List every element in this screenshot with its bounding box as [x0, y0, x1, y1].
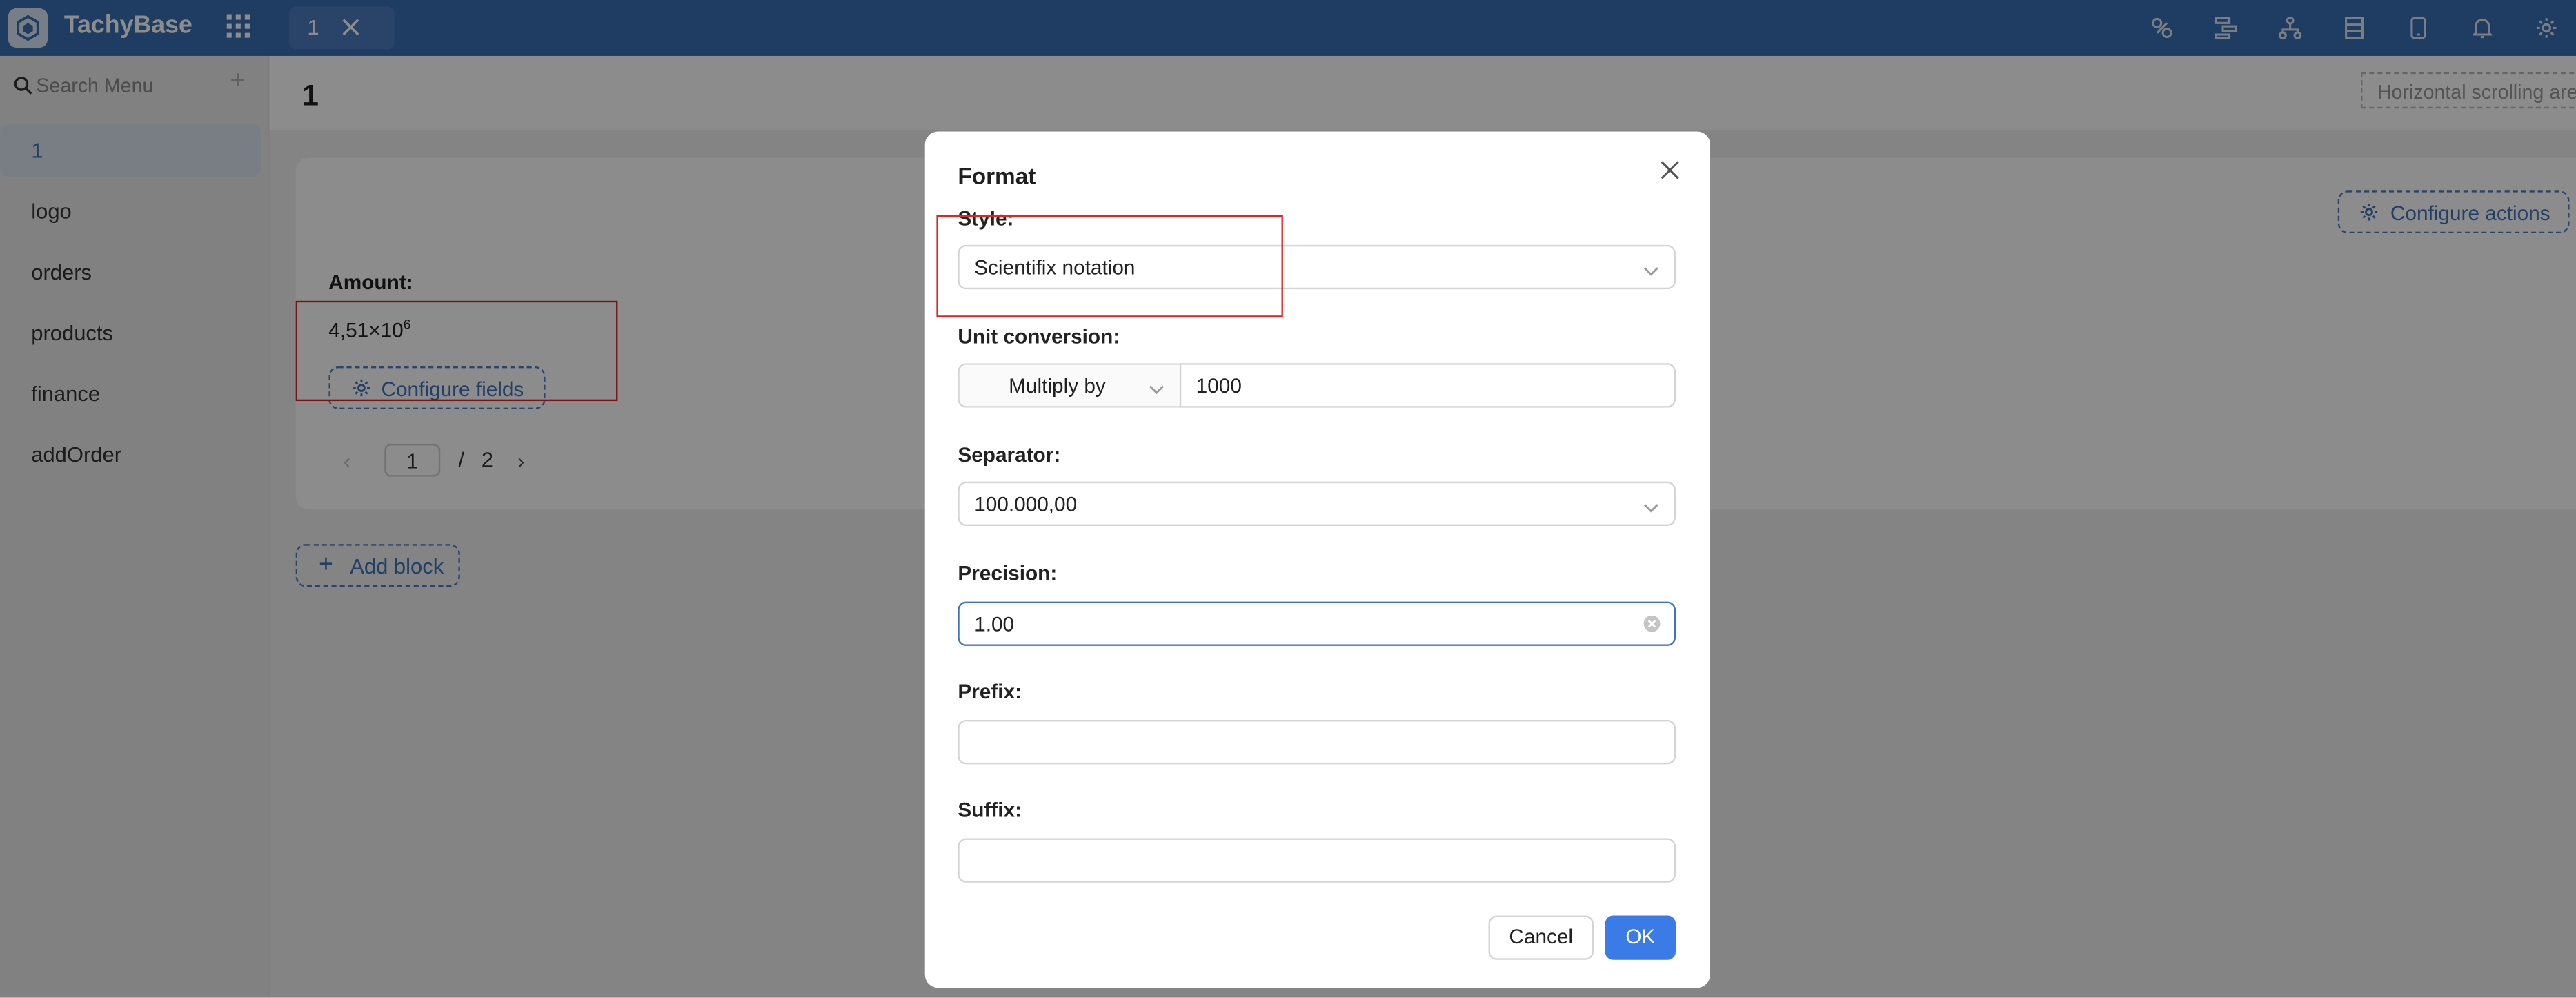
dialog-title: Format: [958, 162, 1036, 189]
prefix-label: Prefix:: [958, 681, 1022, 703]
suffix-label: Suffix:: [958, 799, 1022, 821]
separator-label: Separator:: [958, 444, 1060, 467]
chevron-down-icon: [1643, 496, 1659, 519]
separator-value: 100.000,00: [974, 493, 1078, 516]
unit-value: 1000: [1196, 374, 1242, 398]
separator-label-colon: :: [1053, 443, 1061, 467]
suffix-label-text: Suffix: [958, 799, 1015, 822]
suffix-label-colon: :: [1015, 799, 1022, 822]
precision-label-text: Precision: [958, 562, 1051, 585]
unit-value-input[interactable]: 1000: [1179, 363, 1676, 408]
annotation-highlight-box: [936, 215, 1283, 317]
unit-conversion-label-colon: :: [1113, 325, 1120, 349]
format-dialog: Format Style: Scientifix notation Unit c…: [924, 131, 1711, 988]
unit-conversion-group: Multiply by 1000: [958, 363, 1676, 408]
close-icon[interactable]: [1659, 159, 1682, 182]
unit-mode-value: Multiply by: [1009, 374, 1106, 398]
precision-label: Precision:: [958, 562, 1057, 585]
unit-mode-select[interactable]: Multiply by: [958, 363, 1182, 408]
unit-conversion-label-text: Unit conversion: [958, 325, 1113, 349]
separator-label-text: Separator: [958, 443, 1054, 467]
prefix-input[interactable]: [958, 720, 1676, 765]
precision-select[interactable]: 1.00: [958, 601, 1676, 646]
precision-value: 1.00: [974, 613, 1015, 636]
prefix-label-text: Prefix: [958, 680, 1015, 704]
prefix-label-colon: :: [1015, 680, 1022, 704]
separator-select[interactable]: 100.000,00: [958, 481, 1676, 527]
chevron-down-icon: [1643, 260, 1659, 282]
chevron-down-icon: [1149, 378, 1165, 401]
suffix-input[interactable]: [958, 838, 1676, 883]
unit-conversion-label: Unit conversion:: [958, 326, 1120, 349]
cancel-button[interactable]: Cancel: [1488, 915, 1594, 960]
clear-icon[interactable]: [1643, 615, 1661, 638]
precision-label-colon: :: [1050, 562, 1058, 585]
ok-button[interactable]: OK: [1605, 915, 1676, 960]
